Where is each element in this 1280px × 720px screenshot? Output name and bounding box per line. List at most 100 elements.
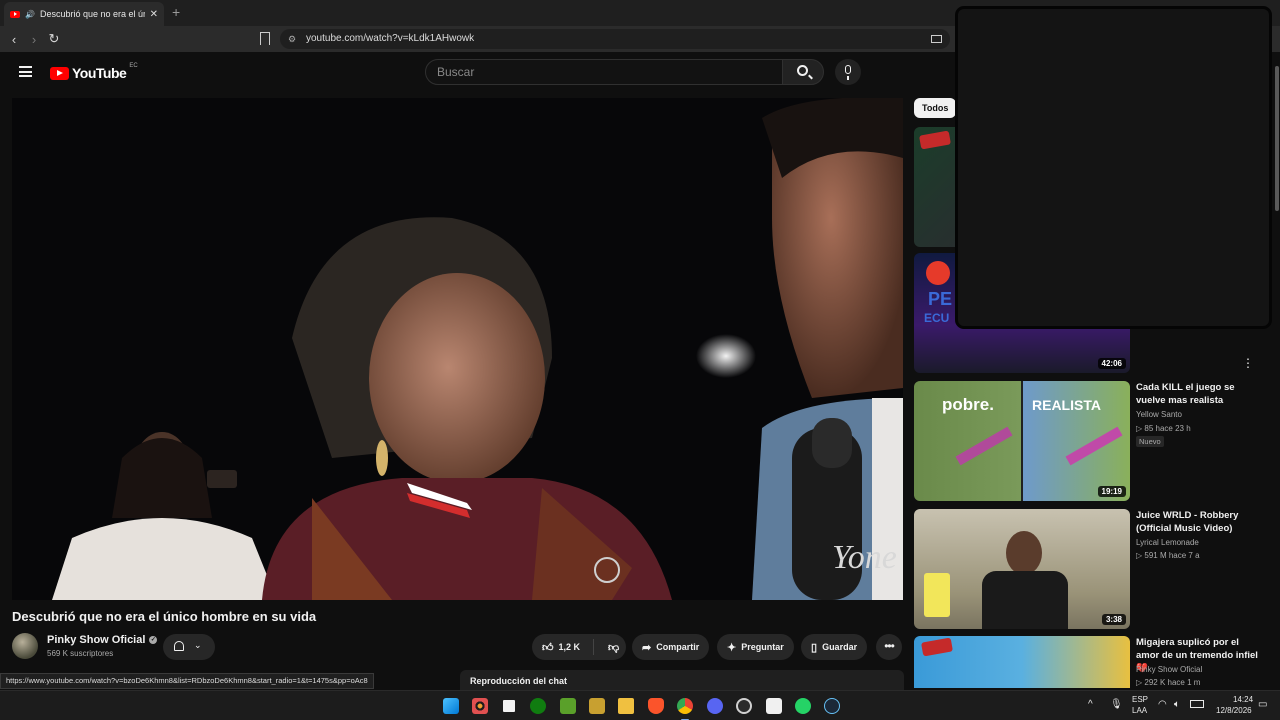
recommendation-channel[interactable]: Lyrical Lemonade <box>1136 538 1199 547</box>
ask-label: Preguntar <box>741 642 784 652</box>
thumbs-up-icon: 👍︎ <box>542 641 554 654</box>
tray-overflow-icon[interactable]: ^ <box>1088 699 1093 710</box>
address-bar[interactable]: ⚙ youtube.com/watch?v=kLdk1AHwowk <box>280 29 950 49</box>
like-dislike-group: 👍︎ 1,2 K 👎︎ <box>532 634 626 660</box>
recommendation-channel[interactable]: Pinky Show Oficial <box>1136 665 1202 674</box>
recommendation-stats: ▷ 85 hace 23 h <box>1136 424 1191 433</box>
search-icon <box>797 65 808 76</box>
back-button[interactable]: ‹ <box>6 31 22 47</box>
recommendation-channel[interactable]: Yellow Santo <box>1136 410 1182 419</box>
notification-icon[interactable]: ▭ <box>1258 699 1267 710</box>
channel-name-row[interactable]: Pinky Show Oficial ✓ <box>47 634 158 646</box>
brave-browser-icon[interactable] <box>648 698 664 714</box>
thumbnail-text-left: pobre. <box>942 395 994 414</box>
minecraft-icon[interactable] <box>560 698 576 714</box>
widgets-icon[interactable] <box>472 698 488 714</box>
like-count: 1,2 K <box>558 642 581 652</box>
keyboard-layout[interactable]: LAA <box>1132 706 1147 715</box>
microphone-icon <box>845 65 851 80</box>
tab-title: Descubrió que no era el único <box>39 9 145 19</box>
thumbnail-graphic <box>921 637 953 657</box>
voice-search-button[interactable] <box>835 59 861 85</box>
duration-badge: 19:19 <box>1097 486 1126 497</box>
clock-time[interactable]: 14:24 <box>1233 695 1253 704</box>
wifi-icon[interactable]: ◠ <box>1158 699 1167 710</box>
mic-flag-logo: Yone <box>832 539 897 576</box>
youtube-favicon-icon <box>10 10 20 18</box>
recommendation-thumbnail[interactable] <box>914 636 1130 688</box>
thumbnail-graphic <box>919 130 951 150</box>
app-icon[interactable] <box>736 698 752 714</box>
recommendation-thumbnail[interactable]: 3:38 <box>914 509 1130 629</box>
save-playlist-icon: ▯ <box>811 641 818 654</box>
thumbnail-graphic <box>955 426 1013 466</box>
microphone-tray-icon[interactable]: 🎙︎ <box>1110 699 1123 710</box>
search-input[interactable]: Buscar <box>425 59 783 85</box>
forward-button[interactable]: › <box>26 31 42 47</box>
search-button[interactable] <box>782 59 824 85</box>
site-settings-icon[interactable]: ⚙ <box>288 29 296 49</box>
recommendation-title[interactable]: Cada KILL el juego se vuelve mas realist… <box>1136 381 1264 407</box>
thumbnail-text: ECU <box>924 311 950 325</box>
chat-replay-header[interactable]: Reproducción del chat <box>460 670 904 690</box>
scrollbar-thumb[interactable] <box>1275 66 1279 211</box>
language-code[interactable]: ESP <box>1132 695 1148 704</box>
youtube-wordmark: YouTube <box>72 65 127 81</box>
subscriber-count: 569 K suscriptores <box>47 649 114 658</box>
tab-close-icon[interactable]: ✕ <box>150 9 158 20</box>
xbox-icon[interactable] <box>530 698 546 714</box>
chrome-icon[interactable] <box>677 698 693 714</box>
cast-icon[interactable] <box>931 35 942 43</box>
bookmark-icon[interactable] <box>260 32 270 45</box>
thumbnail-text-right: REALISTA <box>1032 397 1101 413</box>
video-player[interactable]: Yone <box>12 98 903 600</box>
chevron-down-icon: ⌄ <box>194 640 202 650</box>
recommendation-thumbnail[interactable]: pobre. REALISTA 19:19 <box>914 381 1130 501</box>
discord-icon[interactable] <box>707 698 723 714</box>
recommendation-title[interactable]: Juice WRLD - Robbery (Official Music Vid… <box>1136 509 1264 535</box>
whatsapp-icon[interactable] <box>795 698 811 714</box>
clock-date[interactable]: 12/8/2026 <box>1216 706 1252 715</box>
status-bar-url: https://www.youtube.com/watch?v=bzoDe6Kh… <box>0 673 374 689</box>
file-explorer-icon[interactable] <box>618 698 634 714</box>
reload-button[interactable]: ↻ <box>46 31 62 47</box>
region-code: EC <box>129 63 138 69</box>
recommendation-stats: ▷ 292 K hace 1 m <box>1136 678 1201 687</box>
dislike-button[interactable]: 👎︎ <box>599 641 619 654</box>
steam-icon[interactable] <box>824 698 840 714</box>
more-options-icon[interactable]: ⋮ <box>1242 356 1254 370</box>
thumbnail-graphic <box>924 573 950 617</box>
bell-icon <box>174 641 184 651</box>
chip-all[interactable]: Todos <box>914 98 957 118</box>
volume-icon[interactable]: 🔈︎ <box>1174 699 1180 710</box>
more-actions-button[interactable]: ••• <box>876 634 902 660</box>
new-tab-button[interactable]: + <box>172 4 180 20</box>
battery-icon[interactable] <box>1190 700 1204 708</box>
like-button[interactable]: 👍︎ 1,2 K <box>532 639 594 655</box>
ask-button[interactable]: ✦ Preguntar <box>717 634 794 660</box>
overlay-window[interactable] <box>955 6 1272 329</box>
capcut-icon[interactable] <box>766 698 782 714</box>
thumbnail-text: PE <box>928 289 953 309</box>
thumbnail-graphic <box>1065 426 1123 466</box>
subscribed-notifications-button[interactable]: ⌄ <box>163 634 215 660</box>
thumbs-down-icon: 👎︎ <box>608 641 620 654</box>
save-button[interactable]: ▯ Guardar <box>801 634 868 660</box>
video-frame: Yone <box>12 98 903 600</box>
browser-tab[interactable]: 🔊 Descubrió que no era el único ✕ <box>4 2 164 26</box>
menu-icon[interactable] <box>19 66 32 77</box>
new-badge: Nuevo <box>1136 436 1164 447</box>
verified-check-icon: ✓ <box>149 636 158 644</box>
thumbnail-graphic <box>982 571 1068 629</box>
start-windows-icon[interactable] <box>443 698 459 714</box>
store-icon[interactable] <box>501 698 517 714</box>
share-button[interactable]: ➦ Compartir <box>632 634 710 660</box>
channel-name[interactable]: Pinky Show Oficial <box>47 634 145 646</box>
channel-avatar[interactable] <box>12 633 38 659</box>
youtube-logo[interactable]: YouTube EC <box>50 63 138 81</box>
windows-taskbar: ^ 🎙︎ ESP LAA ◠ 🔈︎ 14:24 12/8/2026 ▭ <box>0 690 1280 720</box>
share-arrow-icon: ➦ <box>642 641 652 654</box>
game-launcher-icon[interactable] <box>589 698 605 714</box>
thumbnail-graphic <box>1006 531 1042 575</box>
speaker-icon[interactable]: 🔊 <box>25 10 35 19</box>
